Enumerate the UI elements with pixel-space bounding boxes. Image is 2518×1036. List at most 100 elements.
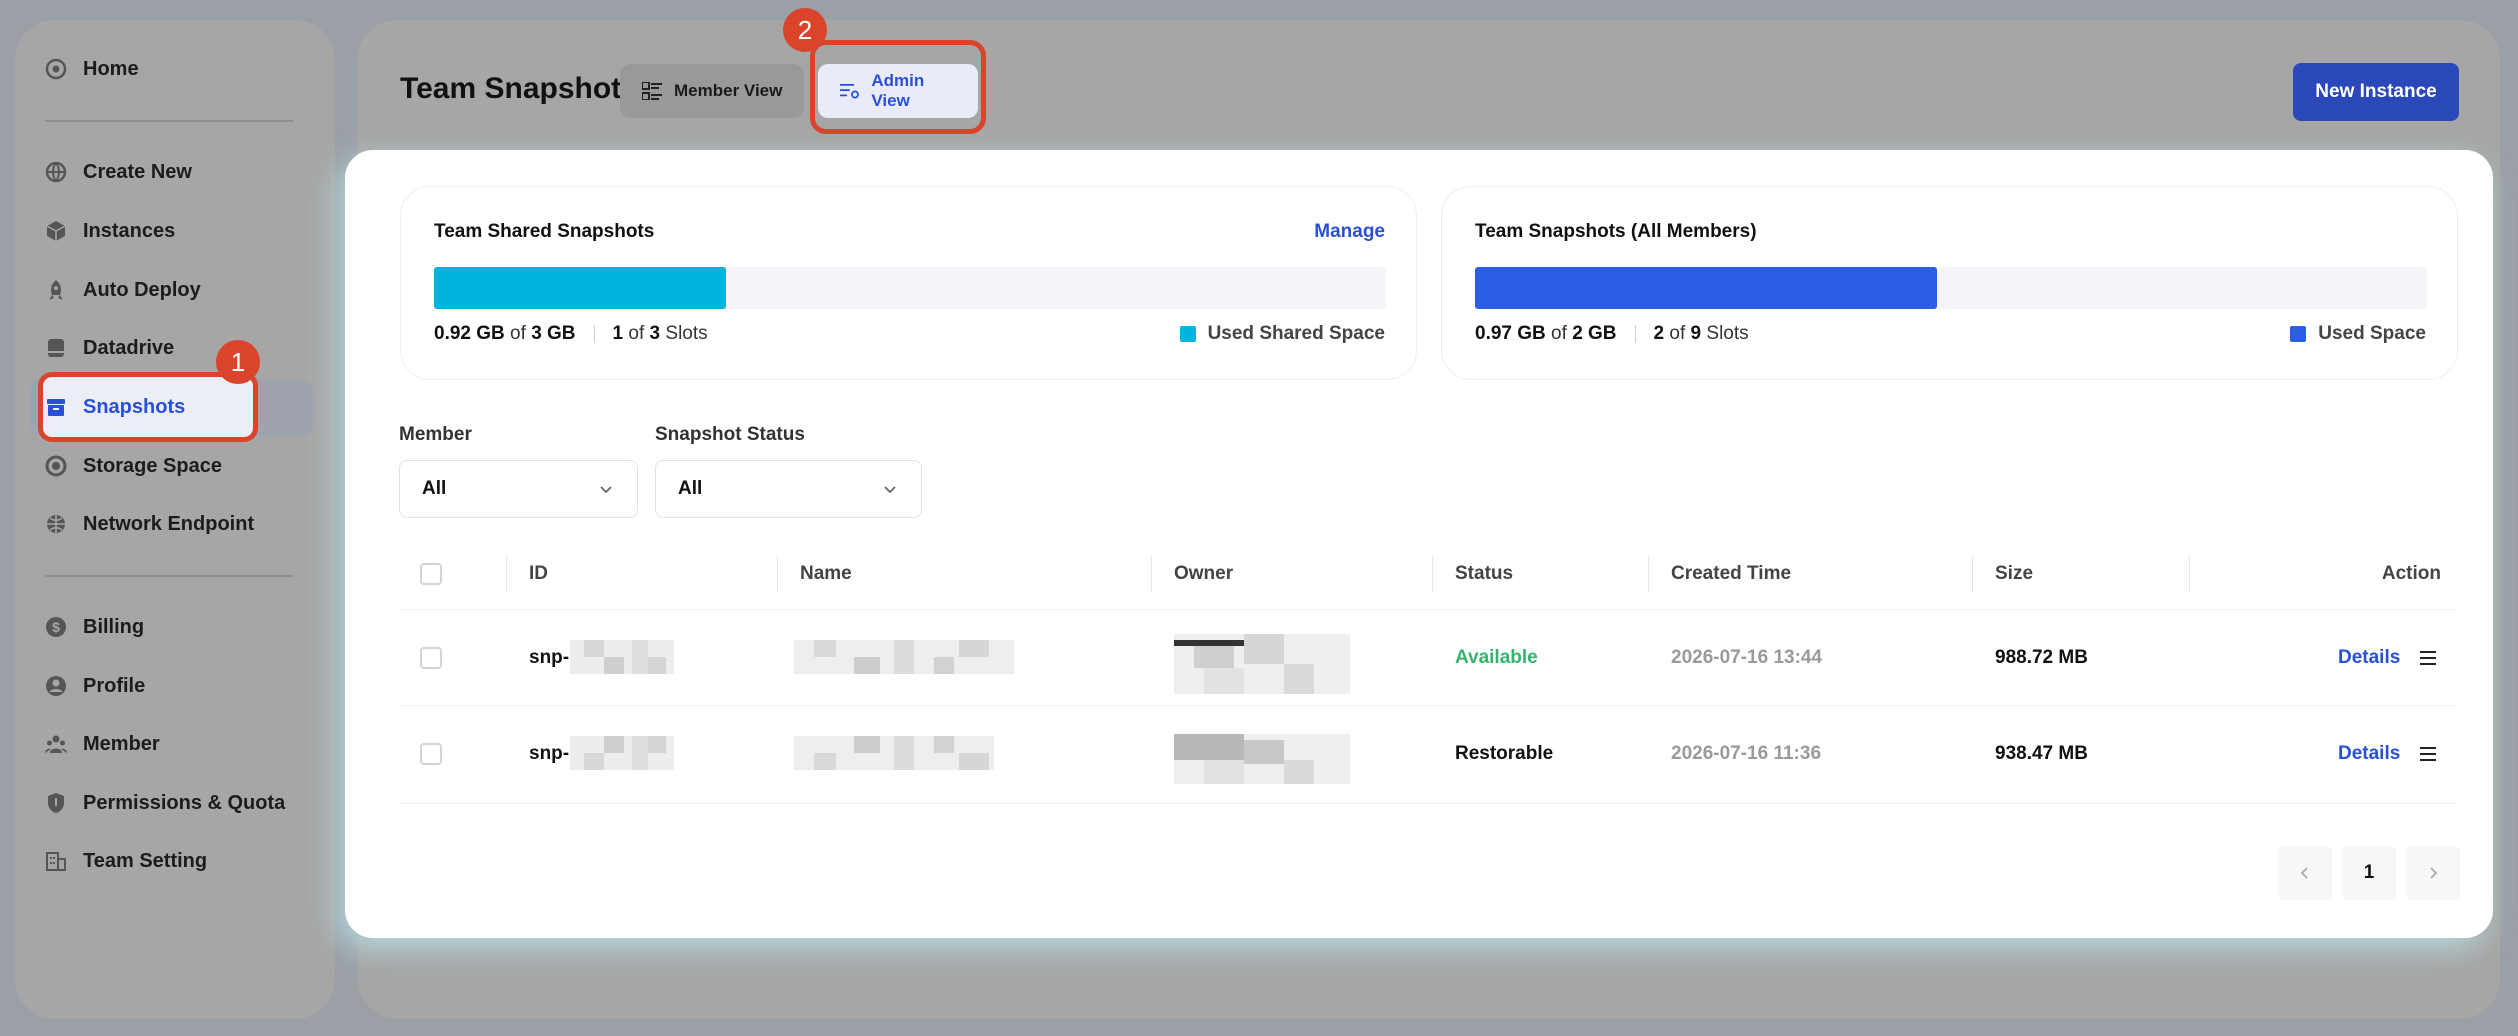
annotation-badge-2: 2: [783, 8, 827, 52]
used-value: 0.97 GB: [1475, 323, 1546, 344]
legend-label: Used Shared Space: [1207, 323, 1385, 344]
column-separator: [2189, 556, 2190, 592]
sidebar-item-home[interactable]: Home: [45, 44, 305, 94]
column-separator: [1972, 556, 1973, 592]
sidebar-item-label: Create New: [83, 160, 192, 183]
sidebar-item-label: Home: [83, 57, 139, 80]
chevron-down-icon: [600, 486, 612, 494]
sidebar-item-datadrive[interactable]: Datadrive: [45, 323, 305, 373]
total-value: 2 GB: [1572, 323, 1617, 344]
of-word: of: [1551, 323, 1567, 344]
used-value: 0.92 GB: [434, 323, 505, 344]
sidebar-item-create-new[interactable]: Create New: [45, 147, 305, 197]
page-title: Team Snapshots: [400, 72, 638, 105]
sidebar-divider: [45, 575, 293, 577]
usage-bar-fill: [1475, 267, 1937, 309]
column-separator: [1151, 556, 1152, 592]
sidebar-item-label: Permissions & Quota: [83, 791, 286, 814]
details-link[interactable]: Details: [2338, 647, 2400, 669]
of-word: of: [510, 323, 526, 344]
column-header-owner: Owner: [1174, 563, 1234, 584]
stat-card-shared: Team Shared Snapshots Manage 0.92 GB of …: [400, 186, 1417, 380]
drive-icon: [45, 337, 67, 359]
cube-icon: [45, 220, 67, 242]
building-icon: [45, 850, 67, 872]
snapshot-size: 988.72 MB: [1995, 647, 2088, 668]
snapshot-id: snp-: [529, 743, 570, 764]
tab-admin-view[interactable]: Admin View: [818, 64, 978, 118]
archive-icon: [45, 396, 67, 418]
member-select-value: All: [422, 478, 447, 499]
prev-page-button[interactable]: [2278, 846, 2332, 900]
members-icon: [45, 733, 67, 755]
redacted-id: [570, 640, 674, 674]
of-word: of: [1669, 323, 1686, 344]
column-separator: [1432, 556, 1433, 592]
sidebar-item-label: Network Endpoint: [83, 512, 255, 535]
redacted-id: [570, 736, 674, 770]
usage-info: 0.92 GB of 3 GB 1 of 3 Slots: [434, 323, 708, 345]
sidebar-item-billing[interactable]: $ Billing: [45, 602, 305, 652]
of-word: of: [628, 323, 645, 344]
status-select[interactable]: All: [655, 460, 922, 518]
sidebar-item-auto-deploy[interactable]: Auto Deploy: [45, 265, 305, 315]
column-separator: [1648, 556, 1649, 592]
member-select[interactable]: All: [399, 460, 638, 518]
stat-title: Team Shared Snapshots: [434, 221, 655, 242]
page-number-button[interactable]: 1: [2342, 846, 2396, 900]
sidebar-item-permissions[interactable]: Permissions & Quota: [45, 778, 305, 828]
status-badge: Restorable: [1455, 743, 1554, 764]
network-icon: [45, 513, 67, 535]
sidebar-item-label: Member: [83, 732, 160, 755]
row-checkbox[interactable]: [420, 743, 442, 765]
sidebar-item-profile[interactable]: Profile: [45, 661, 305, 711]
legend-swatch: [2290, 326, 2307, 342]
new-instance-button[interactable]: New Instance: [2293, 63, 2459, 121]
legend-label: Used Space: [2318, 323, 2426, 344]
manage-link[interactable]: Manage: [1314, 221, 1385, 243]
redacted-owner: [1174, 734, 1350, 784]
slots-used: 1: [612, 323, 624, 344]
list-view-icon: [642, 82, 662, 100]
next-page-button[interactable]: [2406, 846, 2460, 900]
sidebar-item-network-endpoint[interactable]: Network Endpoint: [45, 499, 305, 549]
slots-used: 2: [1653, 323, 1665, 344]
row-divider: [398, 705, 2458, 706]
dollar-icon: $: [45, 616, 67, 638]
separator: [593, 325, 595, 343]
redacted-owner: [1174, 634, 1350, 694]
sidebar-item-label: Instances: [83, 219, 176, 242]
separator: [1634, 325, 1636, 343]
sidebar-item-instances[interactable]: Instances: [45, 206, 305, 256]
disk-icon: [45, 455, 67, 477]
row-checkbox[interactable]: [420, 647, 442, 669]
home-icon: [45, 58, 67, 80]
slots-total: 9: [1690, 323, 1702, 344]
status-select-value: All: [678, 478, 703, 499]
tab-member-view[interactable]: Member View: [620, 64, 805, 118]
member-filter-label: Member: [399, 424, 472, 445]
sidebar-item-snapshots[interactable]: Snapshots: [45, 382, 305, 432]
column-header-status: Status: [1455, 563, 1514, 584]
user-icon: [45, 675, 67, 697]
more-menu-icon[interactable]: [2420, 747, 2436, 761]
total-value: 3 GB: [531, 323, 576, 344]
details-link[interactable]: Details: [2338, 743, 2400, 765]
sidebar-item-label: Datadrive: [83, 336, 175, 359]
redacted-name: [794, 736, 994, 770]
snapshot-id: snp-: [529, 647, 570, 668]
sidebar-item-storage-space[interactable]: Storage Space: [45, 441, 305, 491]
sidebar-item-label: Billing: [83, 615, 145, 638]
rocket-icon: [45, 279, 67, 301]
sidebar-item-team-setting[interactable]: Team Setting: [45, 836, 305, 886]
sidebar-item-label: Team Setting: [83, 849, 208, 872]
chevron-down-icon: [884, 486, 896, 494]
column-header-action: Action: [2381, 563, 2441, 584]
globe-icon: [45, 161, 67, 183]
slots-word: Slots: [1706, 323, 1749, 344]
select-all-checkbox[interactable]: [420, 563, 442, 585]
more-menu-icon[interactable]: [2420, 651, 2436, 665]
sidebar-divider: [45, 120, 293, 122]
sidebar-item-member[interactable]: Member: [45, 719, 305, 769]
slots-total: 3: [649, 323, 661, 344]
